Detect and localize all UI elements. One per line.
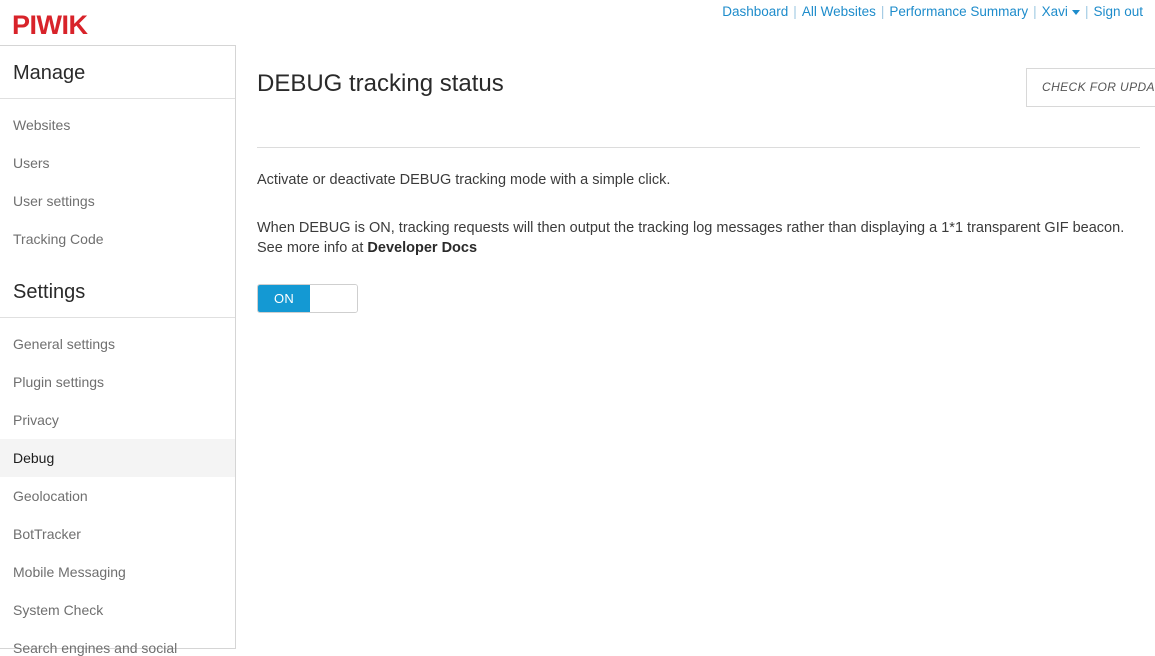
nav-link-performance-summary[interactable]: Performance Summary (889, 4, 1028, 19)
toggle-off-segment[interactable] (310, 285, 357, 312)
debug-toggle-switch[interactable]: ON (257, 284, 358, 313)
check-for-updates-button[interactable]: CHECK FOR UPDATES (1026, 68, 1155, 107)
nav-separator: | (880, 4, 885, 19)
piwik-logo[interactable]: PIWIK (12, 12, 88, 39)
sidebar-item-general-settings[interactable]: General settings (0, 325, 235, 363)
page-title: DEBUG tracking status (257, 70, 504, 97)
chevron-down-icon[interactable] (1071, 9, 1080, 15)
sidebar-item-geolocation[interactable]: Geolocation (0, 477, 235, 515)
page-root: PIWIK Dashboard | All Websites | Performance… (0, 0, 1155, 656)
main-content: DEBUG tracking status CHECK FOR UPDATES … (236, 45, 1155, 656)
sidebar-item-user-settings[interactable]: User settings (0, 182, 235, 220)
top-header: PIWIK Dashboard | All Websites | Performance… (0, 0, 1155, 45)
sidebar-item-privacy[interactable]: Privacy (0, 401, 235, 439)
debug-description-paragraph: When DEBUG is ON, tracking requests will… (257, 218, 1147, 258)
nav-separator: | (1084, 4, 1089, 19)
admin-sidebar: Manage Websites Users User settings Trac… (0, 45, 236, 656)
sidebar-item-system-check[interactable]: System Check (0, 591, 235, 629)
title-divider (257, 147, 1140, 148)
nav-separator: | (1033, 4, 1037, 19)
sidebar-item-users[interactable]: Users (0, 144, 235, 182)
nav-link-dashboard[interactable]: Dashboard (722, 4, 788, 19)
toggle-on-segment[interactable]: ON (258, 285, 310, 312)
sidebar-section-title-manage: Manage (0, 46, 235, 99)
nav-separator: | (793, 4, 797, 19)
intro-paragraph: Activate or deactivate DEBUG tracking mo… (257, 172, 671, 188)
sidebar-item-debug[interactable]: Debug (0, 439, 235, 477)
nav-link-user-menu[interactable]: Xavi (1042, 4, 1068, 19)
nav-link-sign-out[interactable]: Sign out (1093, 4, 1143, 19)
sidebar-item-tracking-code[interactable]: Tracking Code (0, 220, 235, 258)
top-navigation: Dashboard | All Websites | Performance Summa… (722, 3, 1143, 21)
sidebar-item-mobile-messaging[interactable]: Mobile Messaging (0, 553, 235, 591)
sidebar-item-search-engines-social-networks[interactable]: Search engines and social networks (0, 629, 235, 656)
sidebar-item-bottracker[interactable]: BotTracker (0, 515, 235, 553)
sidebar-item-websites[interactable]: Websites (0, 106, 235, 144)
developer-docs-link[interactable]: Developer Docs (367, 240, 477, 256)
sidebar-section-title-settings: Settings (0, 265, 235, 318)
page-header: DEBUG tracking status (257, 70, 1155, 110)
nav-link-all-websites[interactable]: All Websites (802, 4, 876, 19)
sidebar-item-plugin-settings[interactable]: Plugin settings (0, 363, 235, 401)
